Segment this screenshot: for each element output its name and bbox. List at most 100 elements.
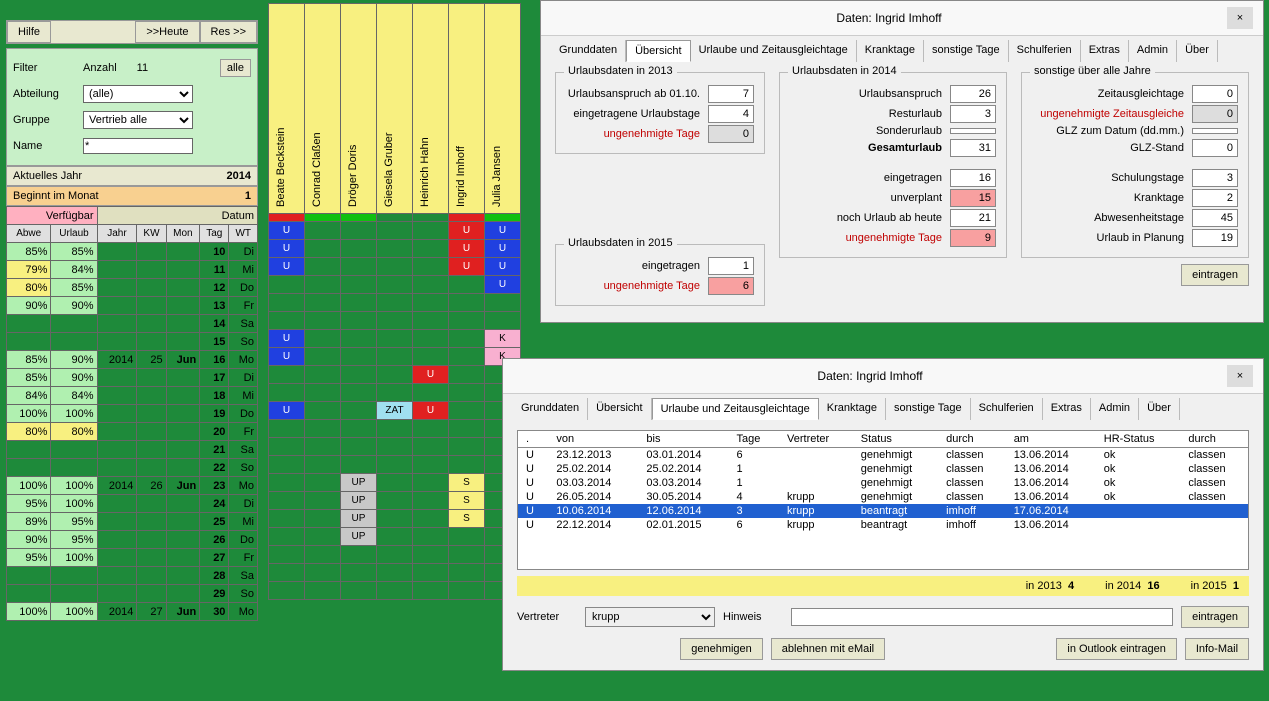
plan-cell[interactable] [341, 564, 377, 582]
calendar-row[interactable]: 79%84%11Mi [7, 261, 258, 279]
plan-cell[interactable]: U [485, 222, 521, 240]
plan-cell[interactable]: U [269, 222, 305, 240]
tab[interactable]: Urlaube und Zeitausgleichtage [652, 398, 819, 420]
tab[interactable]: Kranktage [819, 398, 886, 420]
plan-cell[interactable] [413, 582, 449, 600]
plan-cell[interactable] [413, 438, 449, 456]
plan-cell[interactable] [449, 582, 485, 600]
plan-cell[interactable] [449, 564, 485, 582]
plan-cell[interactable]: UP [341, 492, 377, 510]
plan-cell[interactable] [413, 384, 449, 402]
plan-cell[interactable] [449, 366, 485, 384]
calendar-row[interactable]: 85%90%201425Jun16Mo [7, 351, 258, 369]
plan-cell[interactable] [413, 456, 449, 474]
plan-cell[interactable] [413, 528, 449, 546]
all-button[interactable]: alle [220, 59, 251, 77]
hinweis-input[interactable] [791, 608, 1173, 626]
plan-cell[interactable]: U [485, 258, 521, 276]
plan-cell[interactable]: U [269, 348, 305, 366]
plan-cell[interactable] [305, 330, 341, 348]
plan-cell[interactable] [413, 240, 449, 258]
plan-cell[interactable] [305, 582, 341, 600]
list-col[interactable]: Vertreter [779, 431, 853, 448]
plan-cell[interactable] [377, 384, 413, 402]
plan-cell[interactable] [377, 528, 413, 546]
calendar-row[interactable]: 100%100%201426Jun23Mo [7, 477, 258, 495]
plan-cell[interactable] [305, 276, 341, 294]
calendar-row[interactable]: 85%90%17Di [7, 369, 258, 387]
calendar-row[interactable]: 21Sa [7, 441, 258, 459]
list-col[interactable]: am [1006, 431, 1096, 448]
plan-cell[interactable] [341, 402, 377, 420]
plan-cell[interactable] [413, 546, 449, 564]
tab[interactable]: Schulferien [971, 398, 1043, 420]
plan-cell[interactable] [449, 420, 485, 438]
calendar-row[interactable]: 100%100%201427Jun30Mo [7, 603, 258, 621]
plan-cell[interactable]: K [485, 330, 521, 348]
plan-cell[interactable] [449, 546, 485, 564]
plan-cell[interactable] [269, 582, 305, 600]
plan-cell[interactable]: U [449, 258, 485, 276]
group-select[interactable]: Vertrieb alle [83, 111, 193, 129]
vertreter-select[interactable]: krupp [585, 607, 715, 627]
outlook-button[interactable]: in Outlook eintragen [1056, 638, 1176, 660]
calendar-row[interactable]: 84%84%18Mi [7, 387, 258, 405]
close-icon[interactable]: × [1227, 365, 1253, 387]
plan-cell[interactable] [305, 312, 341, 330]
plan-cell[interactable] [485, 294, 521, 312]
list-row[interactable]: U25.02.201425.02.20141genehmigtclassen13… [518, 462, 1248, 476]
plan-cell[interactable] [341, 222, 377, 240]
plan-cell[interactable] [305, 384, 341, 402]
plan-cell[interactable] [377, 564, 413, 582]
person-column[interactable]: Beate Beckstein [269, 4, 305, 214]
close-icon[interactable]: × [1227, 7, 1253, 29]
help-button[interactable]: Hilfe [7, 21, 51, 43]
eintragen-button[interactable]: eintragen [1181, 264, 1249, 286]
ablehnen-button[interactable]: ablehnen mit eMail [771, 638, 885, 660]
list-row[interactable]: U03.03.201403.03.20141genehmigtclassen13… [518, 476, 1248, 490]
plan-cell[interactable] [269, 564, 305, 582]
list-col[interactable]: von [548, 431, 638, 448]
plan-cell[interactable] [449, 438, 485, 456]
tab[interactable]: sonstige Tage [924, 40, 1009, 62]
plan-cell[interactable] [377, 276, 413, 294]
plan-cell[interactable] [413, 420, 449, 438]
calendar-row[interactable]: 95%100%27Fr [7, 549, 258, 567]
plan-cell[interactable] [413, 348, 449, 366]
plan-cell[interactable] [449, 456, 485, 474]
plan-cell[interactable] [377, 222, 413, 240]
plan-cell[interactable] [377, 438, 413, 456]
plan-cell[interactable] [305, 222, 341, 240]
plan-cell[interactable]: U [413, 402, 449, 420]
genehmigen-button[interactable]: genehmigen [680, 638, 763, 660]
plan-cell[interactable] [305, 258, 341, 276]
plan-cell[interactable] [413, 312, 449, 330]
plan-cell[interactable] [305, 294, 341, 312]
plan-cell[interactable] [377, 294, 413, 312]
list-col[interactable]: Tage [728, 431, 779, 448]
calendar-row[interactable]: 90%95%26Do [7, 531, 258, 549]
today-button[interactable]: >>Heute [135, 21, 199, 43]
plan-cell[interactable] [377, 546, 413, 564]
list-row[interactable]: U22.12.201402.01.20156kruppbeantragtimho… [518, 518, 1248, 532]
plan-cell[interactable] [305, 438, 341, 456]
plan-cell[interactable] [269, 546, 305, 564]
plan-cell[interactable] [269, 528, 305, 546]
tab[interactable]: Grunddaten [513, 398, 588, 420]
plan-cell[interactable] [269, 294, 305, 312]
list-row[interactable]: U23.12.201303.01.20146genehmigtclassen13… [518, 448, 1248, 463]
tab[interactable]: sonstige Tage [886, 398, 971, 420]
plan-cell[interactable] [413, 294, 449, 312]
plan-cell[interactable] [341, 384, 377, 402]
plan-cell[interactable] [449, 348, 485, 366]
plan-cell[interactable] [305, 546, 341, 564]
calendar-row[interactable]: 89%95%25Mi [7, 513, 258, 531]
list-col[interactable]: durch [1180, 431, 1248, 448]
plan-cell[interactable] [269, 420, 305, 438]
plan-cell[interactable] [305, 456, 341, 474]
plan-cell[interactable] [305, 492, 341, 510]
plan-cell[interactable] [413, 258, 449, 276]
plan-cell[interactable] [377, 258, 413, 276]
plan-cell[interactable]: U [413, 366, 449, 384]
plan-cell[interactable] [305, 402, 341, 420]
